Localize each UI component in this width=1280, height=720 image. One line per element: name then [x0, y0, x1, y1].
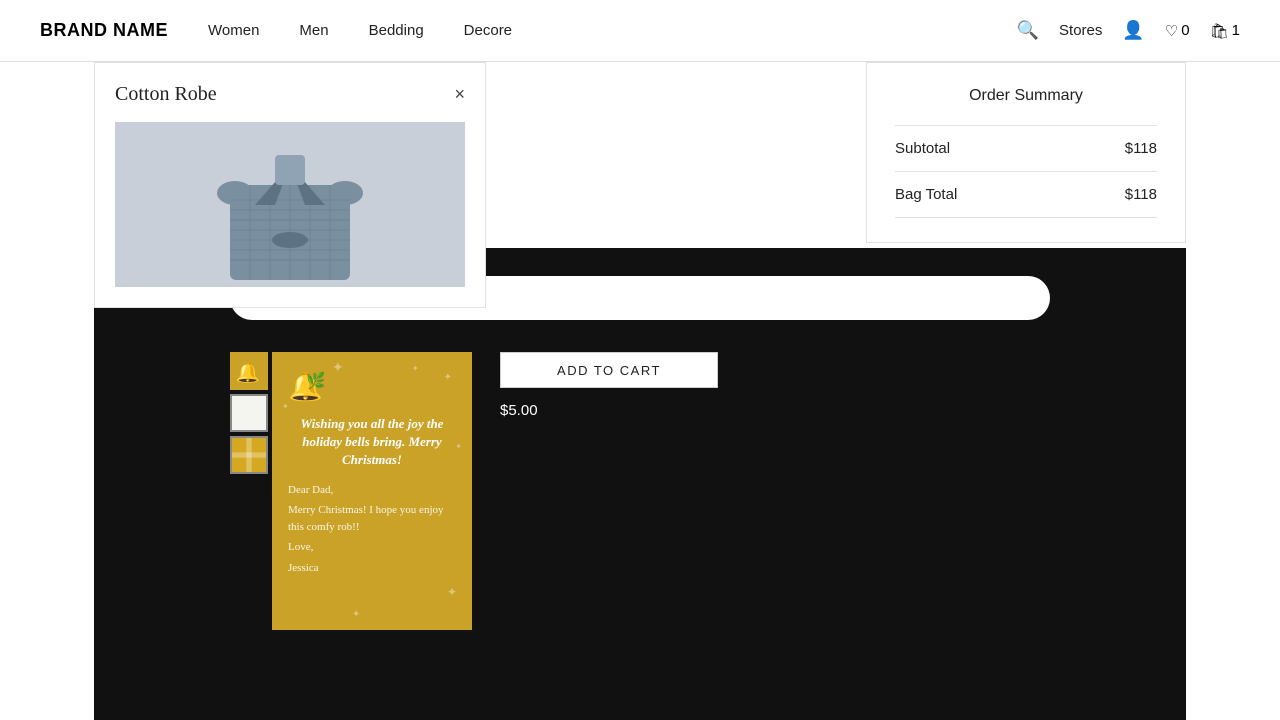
nav-women[interactable]: Women [208, 22, 259, 39]
gift-signature: Jessica [288, 560, 456, 577]
account-icon[interactable]: 👤 [1122, 20, 1144, 41]
order-summary-panel: Order Summary Subtotal $118 Bag Total $1… [866, 62, 1186, 243]
price-display: $5.00 [500, 402, 718, 419]
product-panel-title: Cotton Robe [115, 83, 217, 106]
search-icon[interactable]: 🔍 [1017, 20, 1039, 41]
close-button[interactable]: × [454, 84, 465, 105]
nav-bedding[interactable]: Bedding [369, 22, 424, 39]
bell-icon-area: 🔔 🌿 [288, 368, 456, 409]
cart-count-value: 1 [1232, 22, 1240, 39]
product-robe-svg [200, 125, 380, 285]
product-image [115, 122, 465, 287]
gift-card-message: Dear Dad, Merry Christmas! I hope you en… [288, 482, 456, 581]
gift-card-headline: Wishing you all the joy the holiday bell… [288, 415, 456, 470]
subtotal-label: Subtotal [895, 140, 950, 157]
wishlist-count-value: 0 [1181, 22, 1189, 39]
cart-actions: ADD TO CART $5.00 [500, 352, 718, 419]
subtotal-row: Subtotal $118 [895, 125, 1157, 171]
header-actions: 🔍 Stores 👤 ♡ 0 🛍 1 [1017, 20, 1240, 41]
product-panel-header: Cotton Robe × [115, 83, 465, 106]
header: BRAND NAME Women Men Bedding Decore 🔍 St… [0, 0, 1280, 62]
nav-decore[interactable]: Decore [464, 22, 512, 39]
product-panel: Cotton Robe × [94, 62, 486, 308]
wishlist-button[interactable]: ♡ 0 [1165, 22, 1190, 40]
thumbnail-list: 🔔 [230, 352, 268, 474]
gift-body: Merry Christmas! I hope you enjoy this c… [288, 502, 456, 535]
gift-section: 🔔 ✦ ✦ [230, 352, 1050, 630]
bag-total-row: Bag Total $118 [895, 171, 1157, 218]
svg-text:🔔: 🔔 [236, 361, 261, 384]
gift-salutation: Dear Dad, [288, 482, 456, 499]
svg-text:🌿: 🌿 [306, 371, 324, 390]
add-to-cart-button[interactable]: ADD TO CART [500, 352, 718, 388]
thumbnail-1[interactable]: 🔔 [230, 352, 268, 390]
order-summary-title: Order Summary [895, 87, 1157, 105]
bell-icon: 🔔 🌿 [288, 368, 324, 404]
dark-section: 🔍 🔔 [94, 248, 1186, 720]
cart-button[interactable]: 🛍 1 [1210, 22, 1240, 40]
nav-men[interactable]: Men [299, 22, 328, 39]
gift-closing: Love, [288, 539, 456, 556]
bag-total-value: $118 [1125, 186, 1157, 203]
bag-icon: 🛍 [1210, 22, 1229, 40]
heart-icon: ♡ [1165, 22, 1178, 40]
thumbnail-2[interactable] [230, 394, 268, 432]
bag-total-label: Bag Total [895, 186, 957, 203]
main-nav: Women Men Bedding Decore [208, 22, 1017, 39]
stores-link[interactable]: Stores [1059, 22, 1102, 39]
subtotal-value: $118 [1125, 140, 1157, 157]
thumbnail-3[interactable] [230, 436, 268, 474]
gift-card: ✦ ✦ ✦ ✦ ✦ ✦ ✦ 🔔 🌿 Wishing you all the jo… [272, 352, 472, 630]
brand-logo[interactable]: BRAND NAME [40, 20, 168, 41]
